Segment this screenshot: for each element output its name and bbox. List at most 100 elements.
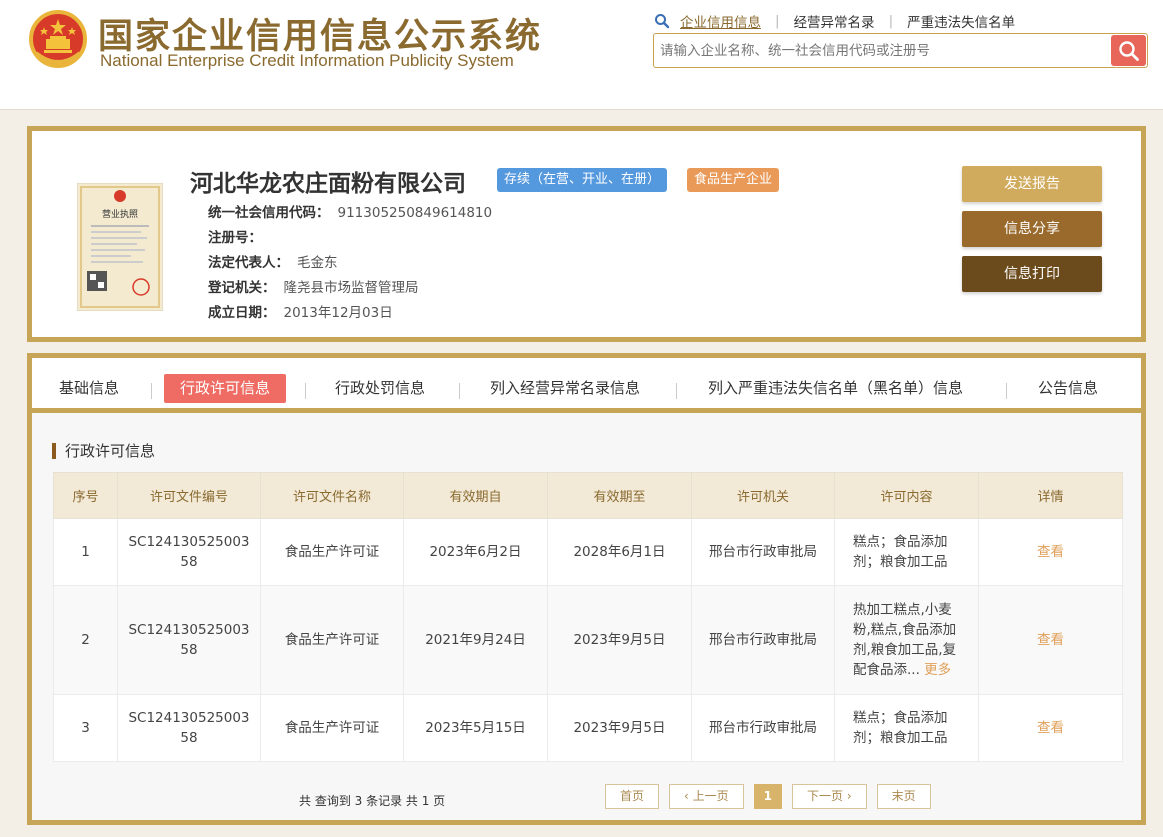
column-header-authority: 许可机关 [691, 472, 835, 519]
tab-basic-info[interactable]: 基础信息 [59, 374, 119, 403]
tab-announcements[interactable]: 公告信息 [1038, 374, 1098, 403]
share-info-button[interactable]: 信息分享 [962, 211, 1102, 247]
column-header-index: 序号 [53, 472, 118, 519]
current-page-button[interactable]: 1 [753, 784, 783, 809]
cell-authority: 邢台市行政审批局 [691, 585, 835, 695]
cell-valid-to: 2023年9月5日 [547, 694, 692, 762]
establishment-date-row: 成立日期： 2013年12月03日 [208, 301, 393, 321]
establishment-date-label: 成立日期： [208, 305, 276, 321]
table-row: 2 SC12413052500358 食品生产许可证 2021年9月24日 20… [53, 585, 1123, 695]
business-license-image: 营业执照 [77, 183, 163, 311]
tab-administrative-penalty[interactable]: 行政处罚信息 [335, 374, 425, 403]
last-page-button[interactable]: 末页 [876, 784, 931, 809]
nav-divider: | [888, 13, 894, 29]
cell-license-number: SC12413052500358 [117, 585, 261, 695]
column-header-valid-to: 有效期至 [547, 472, 692, 519]
legal-representative-row: 法定代表人： 毛金东 [208, 251, 338, 271]
table-row: 1 SC12413052500358 食品生产许可证 2023年6月2日 202… [53, 518, 1123, 586]
credit-code-row: 统一社会信用代码： 911305250849614810 [208, 201, 492, 221]
nav-divider: | [775, 13, 780, 29]
registration-authority-label: 登记机关： [208, 280, 276, 296]
national-emblem-icon [29, 10, 87, 68]
credit-code-value: 911305250849614810 [337, 205, 493, 221]
cell-license-name: 食品生产许可证 [260, 694, 404, 762]
cell-authority: 邢台市行政审批局 [691, 694, 835, 762]
table-header-row: 序号 许可文件编号 许可文件名称 有效期自 有效期至 许可机关 许可内容 详情 [53, 472, 1123, 519]
tabs-bar: 基础信息 行政许可信息 行政处罚信息 列入经营异常名录信息 列入严重违法失信名单… [32, 358, 1141, 413]
company-summary-card: 营业执照 河北华龙农庄面粉有限公司 存续（在营、开业、在册） 食品生产企业 统一… [27, 126, 1146, 342]
column-header-valid-from: 有效期自 [403, 472, 548, 519]
details-panel: 基础信息 行政许可信息 行政处罚信息 列入经营异常名录信息 列入严重违法失信名单… [27, 353, 1146, 825]
permits-table: 序号 许可文件编号 许可文件名称 有效期自 有效期至 许可机关 许可内容 详情 … [53, 472, 1123, 762]
column-header-license-name: 许可文件名称 [260, 472, 404, 519]
cell-authority: 邢台市行政审批局 [691, 518, 835, 586]
registration-authority-row: 登记机关： 隆尧县市场监督管理局 [208, 276, 419, 296]
pagination: 首页 ‹ 上一页 1 下一页 › 末页 [605, 784, 931, 810]
search-input[interactable] [660, 34, 1110, 67]
search-button[interactable] [1111, 35, 1146, 66]
cell-valid-from: 2023年5月15日 [403, 694, 548, 762]
tab-administrative-license[interactable]: 行政许可信息 [164, 374, 287, 403]
nav-abnormal-list[interactable]: 经营异常名录 [794, 11, 875, 31]
table-row: 3 SC12413052500358 食品生产许可证 2023年5月15日 20… [53, 694, 1123, 762]
legal-representative-label: 法定代表人： [208, 255, 289, 271]
cell-index: 3 [53, 694, 118, 762]
registration-authority-value: 隆尧县市场监督管理局 [283, 280, 419, 296]
chevron-right-icon: › [843, 789, 852, 803]
cell-index: 2 [53, 585, 118, 695]
prev-page-button[interactable]: ‹ 上一页 [669, 784, 744, 809]
cell-detail: 查看 [978, 585, 1123, 695]
section-title: 行政许可信息 [52, 443, 155, 459]
cell-valid-from: 2021年9月24日 [403, 585, 548, 695]
cell-valid-to: 2023年9月5日 [547, 585, 692, 695]
legal-representative-value: 毛金东 [297, 255, 338, 271]
cell-license-number: SC12413052500358 [117, 694, 261, 762]
send-report-button[interactable]: 发送报告 [962, 166, 1102, 202]
site-header: 国家企业信用信息公示系统 National Enterprise Credit … [0, 0, 1163, 110]
tab-divider [151, 383, 152, 399]
tab-divider [1006, 383, 1007, 399]
company-name: 河北华龙农庄面粉有限公司 [190, 171, 466, 197]
column-header-detail: 详情 [978, 472, 1123, 519]
prev-page-label: 上一页 [692, 789, 729, 803]
print-info-button[interactable]: 信息打印 [962, 256, 1102, 292]
tab-divider [305, 383, 306, 399]
view-detail-link[interactable]: 查看 [1037, 720, 1064, 736]
top-navigation: 企业信用信息 | 经营异常名录 | 严重违法失信名单 [654, 11, 1015, 31]
column-header-license-number: 许可文件编号 [117, 472, 261, 519]
cell-content: 糕点；食品添加剂；粮食加工品 [834, 518, 979, 586]
enterprise-type-badge: 食品生产企业 [687, 168, 780, 192]
pagination-summary: 共 查询到 3 条记录 共 1 页 [299, 794, 446, 808]
site-title-english: National Enterprise Credit Information P… [100, 51, 514, 70]
cell-detail: 查看 [978, 694, 1123, 762]
more-link[interactable]: 更多 [924, 662, 951, 678]
first-page-button[interactable]: 首页 [605, 784, 660, 809]
tab-divider [459, 383, 460, 399]
search-icon [1118, 40, 1139, 61]
view-detail-link[interactable]: 查看 [1037, 544, 1064, 560]
credit-code-label: 统一社会信用代码： [208, 205, 330, 221]
cell-license-number: SC12413052500358 [117, 518, 261, 586]
tab-abnormal-operations[interactable]: 列入经营异常名录信息 [490, 374, 640, 403]
tab-serious-violation-blacklist[interactable]: 列入严重违法失信名单（黑名单）信息 [708, 374, 963, 403]
license-caption: 营业执照 [102, 208, 138, 220]
status-badge: 存续（在营、开业、在册） [497, 168, 668, 192]
cell-license-name: 食品生产许可证 [260, 518, 404, 586]
nav-enterprise-credit[interactable]: 企业信用信息 [680, 11, 761, 31]
next-page-button[interactable]: 下一页 › [792, 784, 867, 809]
next-page-label: 下一页 [807, 789, 844, 803]
tab-divider [676, 383, 677, 399]
registration-number-row: 注册号： [208, 226, 270, 246]
view-detail-link[interactable]: 查看 [1037, 632, 1064, 648]
registration-number-label: 注册号： [208, 230, 262, 246]
nav-blacklist[interactable]: 严重违法失信名单 [907, 11, 1015, 31]
chevron-left-icon: ‹ [684, 789, 693, 803]
cell-content: 糕点；食品添加剂；粮食加工品 [834, 694, 979, 762]
search-icon [655, 14, 670, 29]
cell-valid-from: 2023年6月2日 [403, 518, 548, 586]
cell-valid-to: 2028年6月1日 [547, 518, 692, 586]
cell-index: 1 [53, 518, 118, 586]
column-header-content: 许可内容 [834, 472, 979, 519]
cell-content: 热加工糕点,小麦粉,糕点,食品添加剂,粮食加工品,复配食品添... 更多 [834, 585, 979, 695]
search-box [653, 33, 1148, 68]
